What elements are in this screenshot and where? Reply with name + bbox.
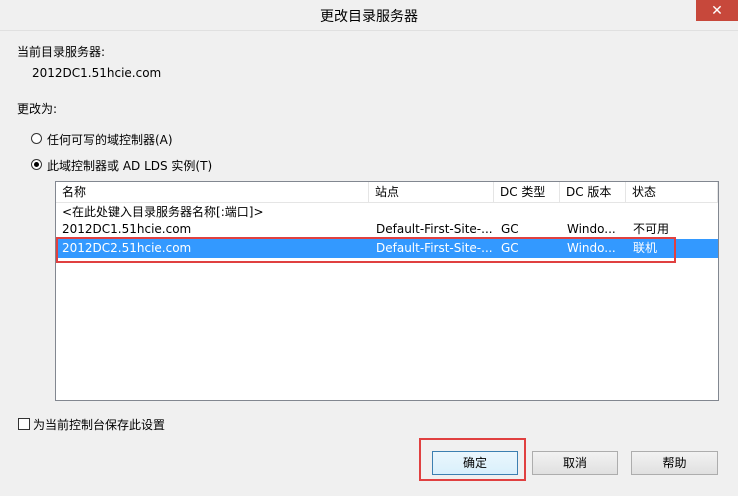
- table-row[interactable]: 2012DC1.51hcie.com Default-First-Site-..…: [56, 220, 718, 239]
- cell-status: 联机: [633, 241, 658, 255]
- radio-any-writable-dc[interactable]: [31, 133, 42, 144]
- cell-status: 不可用: [633, 222, 670, 236]
- cell-site: Default-First-Site-...: [376, 241, 493, 255]
- ok-button[interactable]: 确定: [432, 451, 518, 475]
- radio-selected-dot: [34, 162, 39, 167]
- help-button[interactable]: 帮助: [631, 451, 718, 475]
- cell-name: 2012DC2.51hcie.com: [62, 241, 192, 255]
- radio-this-dc-label[interactable]: 此域控制器或 AD LDS 实例(T): [47, 157, 212, 174]
- change-to-label: 更改为:: [17, 102, 58, 116]
- column-header-name[interactable]: 名称: [56, 182, 369, 202]
- current-server-label: 当前目录服务器:: [17, 45, 106, 59]
- cell-dc-version: Windo...: [567, 222, 616, 236]
- cell-dc-type: GC: [501, 222, 519, 236]
- cancel-button[interactable]: 取消: [532, 451, 618, 475]
- column-header-status[interactable]: 状态: [626, 182, 718, 202]
- list-header: 名称 站点 DC 类型 DC 版本 状态: [56, 182, 718, 203]
- cell-name: 2012DC1.51hcie.com: [62, 222, 192, 236]
- cell-dc-type: GC: [501, 241, 519, 255]
- directory-server-list[interactable]: 名称 站点 DC 类型 DC 版本 状态 <在此处键入目录服务器名称[:端口]>…: [55, 181, 719, 401]
- save-setting-checkbox[interactable]: [18, 418, 30, 430]
- close-button[interactable]: ✕: [696, 0, 738, 21]
- radio-this-dc[interactable]: [31, 159, 42, 170]
- column-header-site[interactable]: 站点: [369, 182, 494, 202]
- title-bar: 更改目录服务器 ✕: [0, 0, 738, 31]
- cell-dc-version: Windo...: [567, 241, 616, 255]
- cell-site: Default-First-Site-...: [376, 222, 493, 236]
- save-setting-label[interactable]: 为当前控制台保存此设置: [33, 416, 165, 433]
- column-header-dc-version[interactable]: DC 版本: [560, 182, 626, 202]
- close-icon: ✕: [711, 2, 723, 19]
- radio-any-writable-dc-label[interactable]: 任何可写的域控制器(A): [47, 131, 173, 148]
- table-row-selected[interactable]: 2012DC2.51hcie.com Default-First-Site-..…: [56, 239, 718, 258]
- current-server-value: 2012DC1.51hcie.com: [32, 66, 162, 80]
- window-title: 更改目录服务器: [320, 9, 418, 25]
- column-header-dc-type[interactable]: DC 类型: [494, 182, 560, 202]
